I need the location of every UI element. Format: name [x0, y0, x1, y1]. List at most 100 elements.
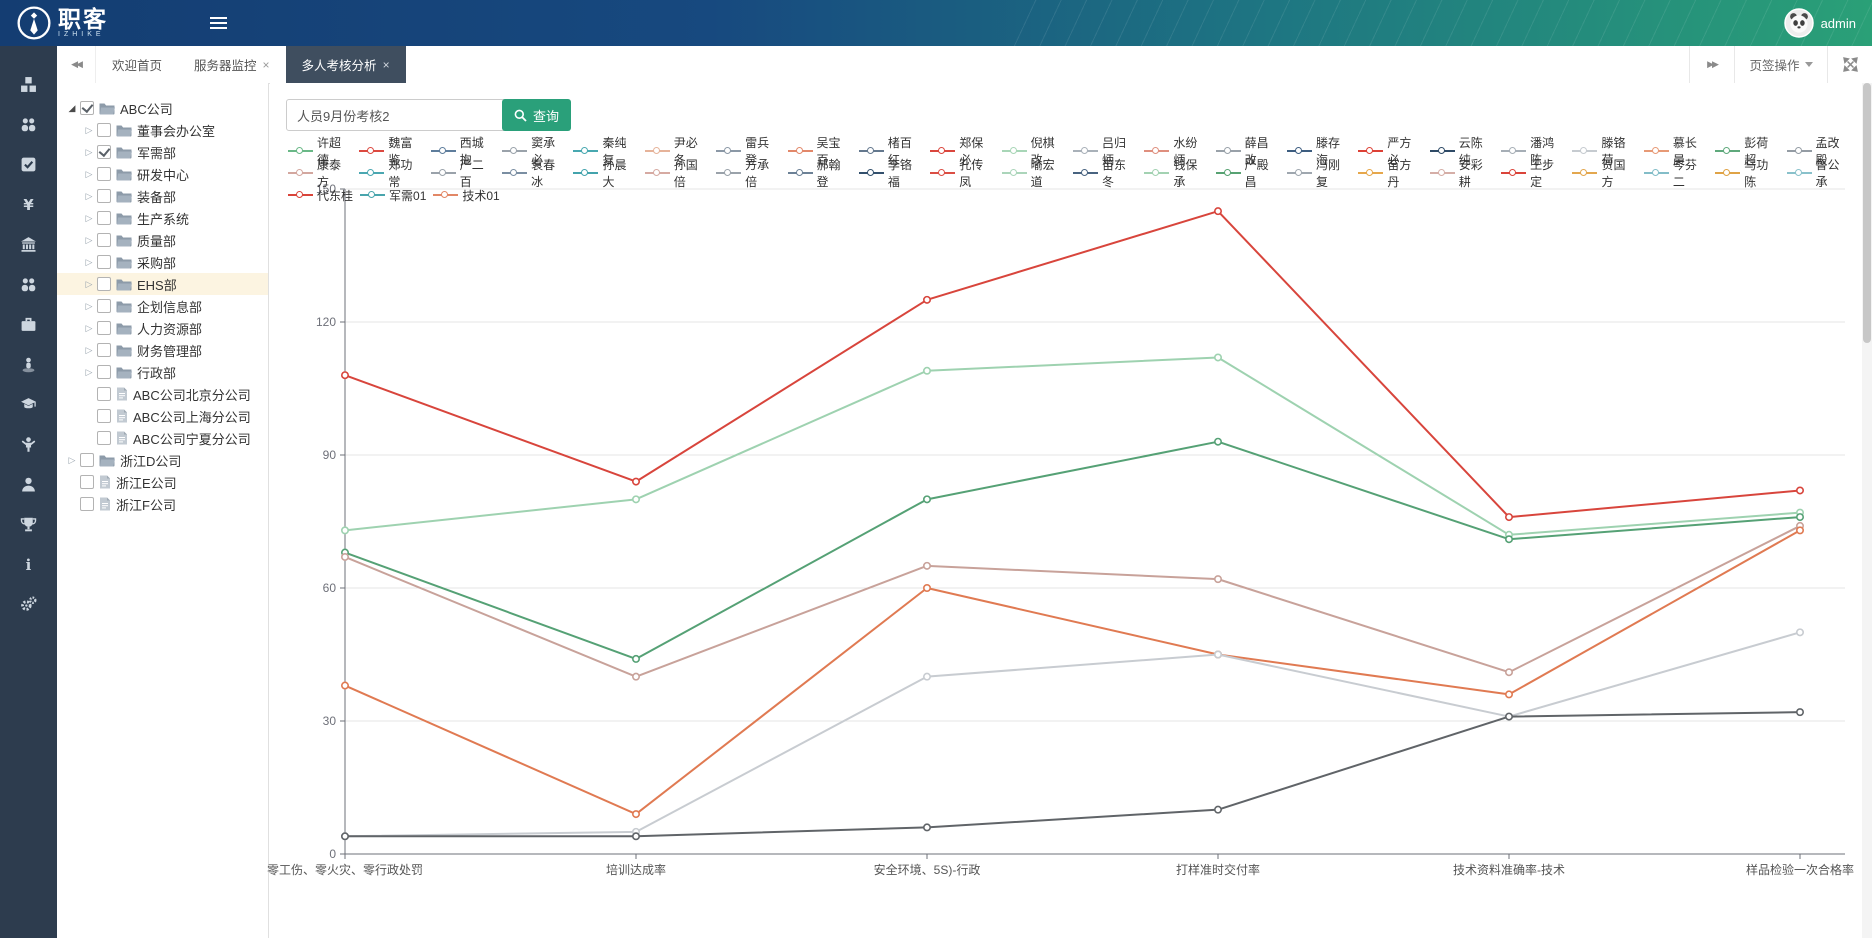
briefcase-icon[interactable] — [0, 308, 57, 340]
tree-checkbox[interactable] — [97, 343, 111, 357]
legend-item-严二百[interactable]: 严二百 — [431, 156, 495, 190]
child-icon[interactable] — [0, 428, 57, 460]
legend-item-王步定[interactable]: 王步定 — [1501, 156, 1565, 190]
tree-expand-icon[interactable]: ▷ — [82, 125, 96, 136]
tab-close-icon[interactable]: × — [263, 58, 270, 72]
legend-item-李铬福[interactable]: 李铬福 — [859, 156, 923, 190]
legend-item-代东桂[interactable]: 代东桂 — [288, 187, 353, 204]
trophy-icon[interactable] — [0, 508, 57, 540]
user-icon[interactable] — [0, 468, 57, 500]
tree-checkbox[interactable] — [97, 255, 111, 269]
tree-checkbox[interactable] — [80, 453, 94, 467]
legend-item-冯刚复[interactable]: 冯刚复 — [1287, 156, 1351, 190]
tree-expand-icon[interactable]: ▷ — [82, 169, 96, 180]
legend-item-鲁公承[interactable]: 鲁公承 — [1787, 156, 1851, 190]
tree-item-ABC公司上海分公司[interactable]: ABC公司上海分公司 — [57, 405, 268, 427]
menu-toggle-icon[interactable] — [198, 0, 238, 46]
group-icon[interactable] — [0, 268, 57, 300]
tree-item-浙江D公司[interactable]: ▷浙江D公司 — [57, 449, 268, 471]
legend-item-孙晨大[interactable]: 孙晨大 — [573, 156, 637, 190]
legend-item-苗东冬[interactable]: 苗东冬 — [1073, 156, 1137, 190]
fullscreen-toggle-icon[interactable] — [1827, 46, 1872, 83]
tree-item-质量部[interactable]: ▷质量部 — [57, 229, 268, 251]
tree-item-ABC公司北京分公司[interactable]: ABC公司北京分公司 — [57, 383, 268, 405]
page-ops-dropdown[interactable]: 页签操作 — [1734, 46, 1827, 83]
assessment-select[interactable]: 人员9月份考核2 — [286, 99, 530, 131]
legend-item-袁春冰[interactable]: 袁春冰 — [502, 156, 566, 190]
tree-expand-icon[interactable]: ▷ — [82, 191, 96, 202]
yen-icon[interactable]: ¥ — [0, 188, 57, 220]
page-scrollbar[interactable] — [1862, 83, 1872, 938]
info-icon[interactable]: i — [0, 548, 57, 580]
legend-item-喻宏道[interactable]: 喻宏道 — [1002, 156, 1066, 190]
tree-item-浙江F公司[interactable]: 浙江F公司 — [57, 493, 268, 515]
tree-expand-icon[interactable]: ▷ — [82, 345, 96, 356]
tree-checkbox[interactable] — [80, 101, 94, 115]
tree-item-行政部[interactable]: ▷行政部 — [57, 361, 268, 383]
legend-item-孔传凤[interactable]: 孔传凤 — [930, 156, 994, 190]
tree-item-采购部[interactable]: ▷采购部 — [57, 251, 268, 273]
cubes-icon[interactable] — [0, 68, 57, 100]
tree-checkbox[interactable] — [97, 321, 111, 335]
tree-checkbox[interactable] — [97, 167, 111, 181]
bank-icon[interactable] — [0, 228, 57, 260]
tree-checkbox[interactable] — [97, 409, 111, 423]
street-view-icon[interactable] — [0, 348, 57, 380]
tree-checkbox[interactable] — [80, 497, 94, 511]
tree-item-财务管理部[interactable]: ▷财务管理部 — [57, 339, 268, 361]
tree-expand-icon[interactable]: ▷ — [82, 323, 96, 334]
check-square-icon[interactable] — [0, 148, 57, 180]
tree-expand-icon[interactable]: ▷ — [82, 257, 96, 268]
legend-item-严殿昌[interactable]: 严殿昌 — [1216, 156, 1280, 190]
tree-checkbox[interactable] — [80, 475, 94, 489]
legend-item-苗方丹[interactable]: 苗方丹 — [1358, 156, 1422, 190]
tree-expand-icon[interactable]: ▷ — [82, 301, 96, 312]
tree-checkbox[interactable] — [97, 189, 111, 203]
tabs-scroll-left-icon[interactable]: ◀◀ — [57, 46, 96, 83]
tree-checkbox[interactable] — [97, 299, 111, 313]
tree-item-EHS部[interactable]: ▷EHS部 — [57, 273, 268, 295]
tree-checkbox[interactable] — [97, 123, 111, 137]
legend-item-军需01[interactable]: 军需01 — [360, 187, 426, 204]
legend-item-方承倍[interactable]: 方承倍 — [716, 156, 780, 190]
tree-item-企划信息部[interactable]: ▷企划信息部 — [57, 295, 268, 317]
tree-item-装备部[interactable]: ▷装备部 — [57, 185, 268, 207]
tree-expand-icon[interactable]: ▷ — [65, 455, 79, 466]
tree-expand-icon[interactable]: ▷ — [82, 279, 96, 290]
legend-item-钱保承[interactable]: 钱保承 — [1144, 156, 1208, 190]
tree-item-董事会办公室[interactable]: ▷董事会办公室 — [57, 119, 268, 141]
tree-expand-icon[interactable]: ◢ — [65, 103, 79, 114]
tree-checkbox[interactable] — [97, 365, 111, 379]
graduation-cap-icon[interactable] — [0, 388, 57, 420]
tree-checkbox[interactable] — [97, 277, 111, 291]
legend-item-马功陈[interactable]: 马功陈 — [1715, 156, 1779, 190]
tree-item-生产系统[interactable]: ▷生产系统 — [57, 207, 268, 229]
tab-1[interactable]: 欢迎首页 — [96, 46, 178, 83]
tab-close-icon[interactable]: × — [383, 58, 390, 72]
tabs-scroll-right-icon[interactable]: ▶▶ — [1689, 46, 1734, 83]
tree-item-ABC公司[interactable]: ◢ABC公司 — [57, 97, 268, 119]
tree-item-浙江E公司[interactable]: 浙江E公司 — [57, 471, 268, 493]
tree-item-ABC公司宁夏分公司[interactable]: ABC公司宁夏分公司 — [57, 427, 268, 449]
legend-item-贺国方[interactable]: 贺国方 — [1572, 156, 1636, 190]
tree-checkbox[interactable] — [97, 233, 111, 247]
tree-checkbox[interactable] — [97, 431, 111, 445]
legend-item-孙国倍[interactable]: 孙国倍 — [645, 156, 709, 190]
legend-item-郑功常[interactable]: 郑功常 — [359, 156, 423, 190]
tree-item-研发中心[interactable]: ▷研发中心 — [57, 163, 268, 185]
tree-expand-icon[interactable]: ▷ — [82, 213, 96, 224]
legend-item-技术01[interactable]: 技术01 — [433, 187, 499, 204]
tree-checkbox[interactable] — [97, 387, 111, 401]
tree-expand-icon[interactable]: ▷ — [82, 235, 96, 246]
team-icon[interactable] — [0, 108, 57, 140]
tree-item-人力资源部[interactable]: ▷人力资源部 — [57, 317, 268, 339]
query-button[interactable]: 查询 — [502, 99, 571, 131]
scrollbar-thumb[interactable] — [1863, 83, 1871, 343]
tree-expand-icon[interactable]: ▷ — [82, 367, 96, 378]
legend-item-岑芬二[interactable]: 岑芬二 — [1644, 156, 1708, 190]
tab-2[interactable]: 服务器监控× — [178, 46, 286, 83]
tree-expand-icon[interactable]: ▷ — [82, 147, 96, 158]
tree-item-军需部[interactable]: ▷军需部 — [57, 141, 268, 163]
gears-icon[interactable] — [0, 588, 57, 620]
tab-3[interactable]: 多人考核分析× — [286, 46, 406, 83]
